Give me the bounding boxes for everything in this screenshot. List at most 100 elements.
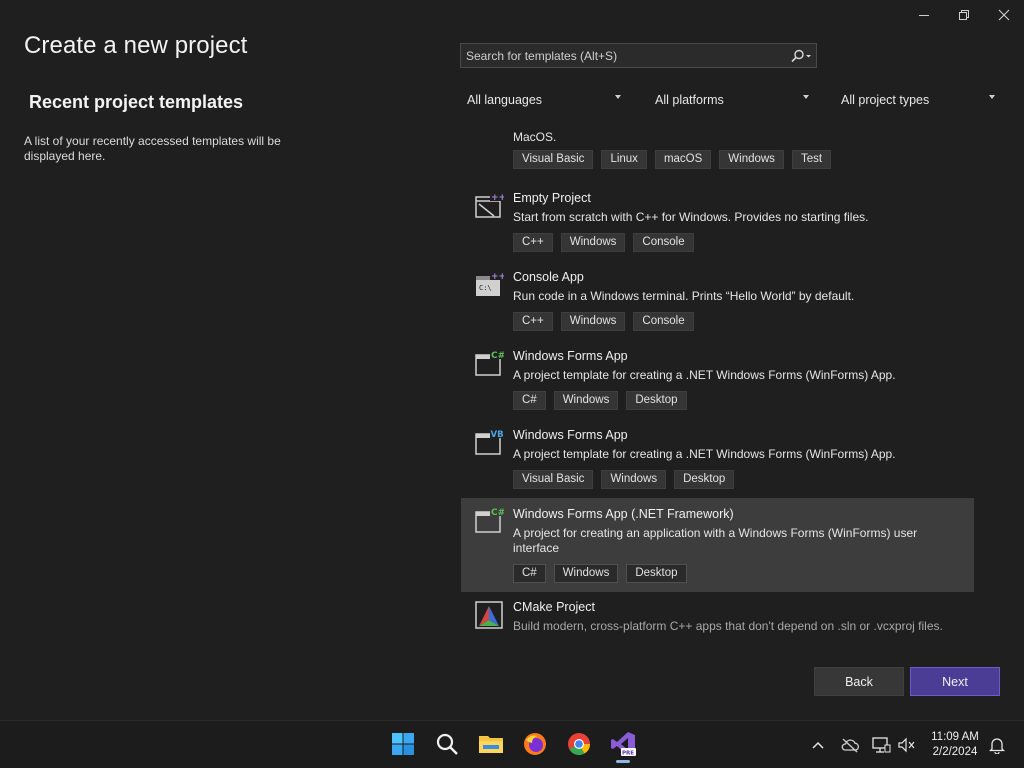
template-tags: Visual Basic Windows Desktop xyxy=(513,470,735,489)
svg-text:VB: VB xyxy=(491,430,504,440)
chevron-down-icon xyxy=(989,95,995,99)
tray-overflow-button[interactable] xyxy=(808,735,828,755)
language-filter-value: All languages xyxy=(467,93,543,107)
taskbar-search-button[interactable] xyxy=(432,729,462,759)
next-button[interactable]: Next xyxy=(910,667,1000,696)
page-title: Create a new project xyxy=(24,32,248,59)
restore-button[interactable] xyxy=(944,0,984,30)
network-tray-button[interactable] xyxy=(871,735,891,755)
template-tags: C# Windows Desktop xyxy=(513,391,687,410)
template-description: Build modern, cross-platform C++ apps th… xyxy=(513,619,943,633)
template-item-empty-project[interactable]: ++ Empty Project Start from scratch with… xyxy=(461,183,974,261)
template-tag: C# xyxy=(513,391,546,410)
bell-icon xyxy=(989,738,1005,754)
volume-muted-icon xyxy=(898,737,915,753)
svg-text:++: ++ xyxy=(491,272,504,282)
cpp-console-app-icon: C:\ ++ xyxy=(476,271,504,296)
svg-text:++: ++ xyxy=(491,193,504,203)
firefox-icon xyxy=(524,733,546,755)
template-tag: Test xyxy=(791,150,832,169)
visual-studio-preview-icon: PRE xyxy=(611,732,636,757)
template-item-winforms-netframework[interactable]: C# Windows Forms App (.NET Framework) A … xyxy=(461,498,974,592)
template-name: Windows Forms App (.NET Framework) xyxy=(513,507,734,521)
csharp-winforms-icon: C# xyxy=(475,350,504,376)
template-item-console-app[interactable]: C:\ ++ Console App Run code in a Windows… xyxy=(461,262,974,340)
template-description: A project for creating an application wi… xyxy=(513,526,918,555)
template-tags: C++ Windows Console xyxy=(513,312,694,331)
start-button[interactable] xyxy=(388,729,418,759)
template-name: CMake Project xyxy=(513,600,595,614)
file-explorer-icon xyxy=(479,736,503,753)
platform-filter-dropdown[interactable]: All platforms xyxy=(649,88,815,112)
vb-winforms-icon: VB xyxy=(475,429,504,455)
search-options-button[interactable] xyxy=(786,44,816,67)
template-item-partial[interactable]: MacOS. Visual Basic Linux macOS Windows … xyxy=(461,126,974,177)
csharp-winforms-framework-icon: C# xyxy=(475,507,504,533)
recent-templates-description: A list of your recently accessed templat… xyxy=(24,134,281,163)
template-tag: Windows xyxy=(560,312,626,331)
close-icon xyxy=(998,9,1010,21)
network-icon xyxy=(872,737,891,753)
template-tag: Console xyxy=(633,312,694,331)
template-description: Run code in a Windows terminal. Prints “… xyxy=(513,289,855,303)
taskbar: PRE 11:09 AM 2/2/2024 xyxy=(0,720,1024,768)
template-tag: Windows xyxy=(553,564,619,583)
minimize-button[interactable] xyxy=(904,0,944,30)
template-tag: Windows xyxy=(553,391,619,410)
template-description: A project template for creating a .NET W… xyxy=(513,447,896,461)
template-item-winforms-vb[interactable]: VB Windows Forms App A project template … xyxy=(461,420,974,498)
chrome-icon xyxy=(568,733,590,755)
chevron-down-icon xyxy=(803,95,809,99)
recent-templates-heading: Recent project templates xyxy=(29,92,244,112)
project-type-filter-value: All project types xyxy=(841,93,930,107)
windows-start-icon xyxy=(392,733,414,755)
template-tag: Windows xyxy=(560,233,626,252)
cmake-icon xyxy=(475,601,503,629)
svg-text:C#: C# xyxy=(491,351,504,361)
template-tags: C++ Windows Console xyxy=(513,233,694,252)
taskbar-clock[interactable]: 11:09 AM 2/2/2024 xyxy=(924,730,986,760)
template-tags: C# Windows Desktop xyxy=(513,564,687,583)
template-tag: C++ xyxy=(513,312,553,331)
search-placeholder: Search for templates (Alt+S) xyxy=(466,48,618,63)
volume-tray-button[interactable] xyxy=(897,735,917,755)
notifications-button[interactable] xyxy=(987,735,1007,755)
template-tag: macOS xyxy=(654,150,712,169)
template-name: Console App xyxy=(513,270,584,284)
template-tag: Desktop xyxy=(626,564,687,583)
minimize-icon xyxy=(919,15,929,16)
template-tag: C++ xyxy=(513,233,553,252)
close-button[interactable] xyxy=(984,0,1024,30)
language-filter-dropdown[interactable]: All languages xyxy=(461,88,627,112)
svg-text:C:\: C:\ xyxy=(479,284,492,292)
template-name: Empty Project xyxy=(513,191,591,205)
file-explorer-button[interactable] xyxy=(476,729,506,759)
template-list[interactable]: MacOS. Visual Basic Linux macOS Windows … xyxy=(461,126,974,636)
visual-studio-preview-button[interactable]: PRE xyxy=(608,729,638,763)
template-item-winforms-csharp[interactable]: C# Windows Forms App A project template … xyxy=(461,341,974,419)
chrome-button[interactable] xyxy=(564,729,594,759)
active-app-indicator xyxy=(616,760,630,763)
platform-filter-value: All platforms xyxy=(655,93,724,107)
template-tag: Windows xyxy=(601,470,667,489)
cpp-empty-project-icon: ++ xyxy=(475,192,504,218)
template-name: Windows Forms App xyxy=(513,428,628,442)
template-search-input[interactable]: Search for templates (Alt+S) xyxy=(460,43,817,68)
template-tag: Desktop xyxy=(674,470,735,489)
chevron-down-icon xyxy=(615,95,621,99)
template-tag: C# xyxy=(513,564,546,583)
template-tag: Console xyxy=(633,233,694,252)
template-tag: Desktop xyxy=(626,391,687,410)
template-item-cmake-project[interactable]: CMake Project Build modern, cross-platfo… xyxy=(461,593,974,636)
firefox-button[interactable] xyxy=(520,729,550,759)
clock-date: 2/2/2024 xyxy=(932,746,978,758)
search-icon xyxy=(791,49,811,62)
search-icon xyxy=(436,733,458,755)
onedrive-tray-button[interactable] xyxy=(840,735,860,755)
project-type-filter-dropdown[interactable]: All project types xyxy=(835,88,1001,112)
template-tag: Windows xyxy=(719,150,784,169)
svg-text:C#: C# xyxy=(491,508,504,518)
template-description: A project template for creating a .NET W… xyxy=(513,368,896,382)
cloud-offline-icon xyxy=(841,738,859,753)
back-button[interactable]: Back xyxy=(814,667,904,696)
